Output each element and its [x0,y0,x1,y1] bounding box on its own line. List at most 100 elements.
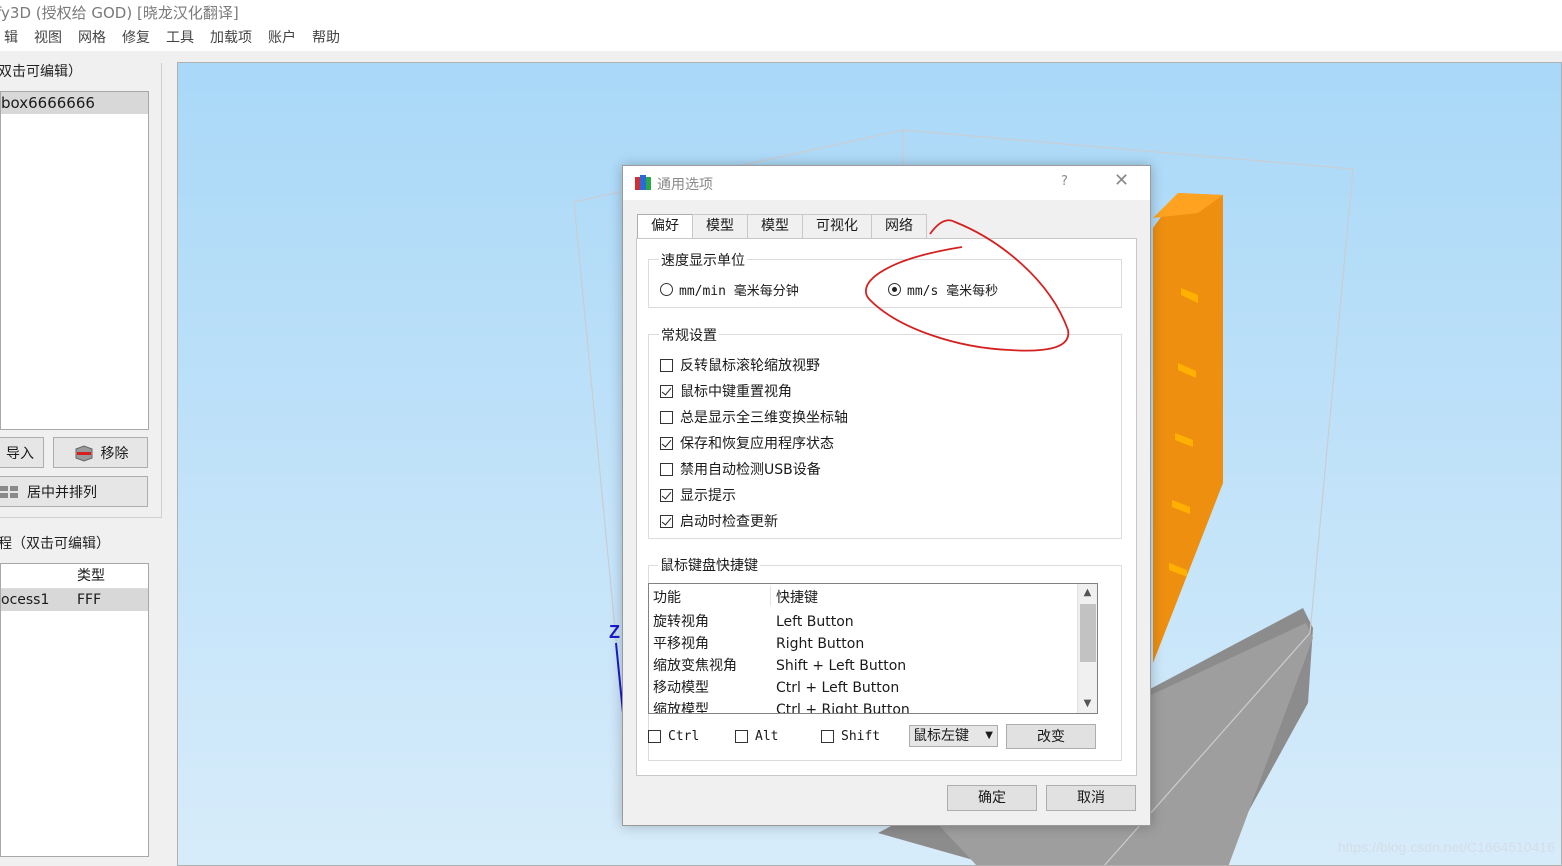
radio-mm-s-circle[interactable] [888,283,901,296]
dialog-title: 通用选项 [657,177,713,193]
shortcut-function: 移动模型 [653,680,709,696]
shortcut-key: Left Button [776,614,854,630]
scroll-up-icon[interactable]: ▲ [1078,584,1097,602]
general-settings-legend: 常规设置 [659,325,719,345]
checkbox-show-axes[interactable]: 总是显示全三维变换坐标轴 [660,407,848,427]
radio-mm-min-circle[interactable] [660,283,673,296]
list-item[interactable]: box6666666 [1,92,148,114]
checkbox-check-updates[interactable]: 启动时检查更新 [660,511,778,531]
radio-mm-s-label: mm/s 毫米每秒 [907,284,999,299]
app-icon [635,175,651,190]
radio-mm-min[interactable]: mm/min 毫米每分钟 [660,280,799,299]
shortcut-key: Ctrl + Right Button [776,702,910,714]
checkbox-middle-reset-box[interactable] [660,384,673,398]
checkbox-alt[interactable]: Alt [735,729,778,744]
z-axis-label: Z [609,622,620,642]
checkbox-check-updates-box[interactable] [660,514,673,528]
center-arrange-label: 居中并排列 [27,484,97,501]
mouse-button-select[interactable]: 鼠标左键 ▼ [909,725,998,747]
close-icon[interactable]: ✕ [1114,170,1129,191]
checkbox-invert-wheel-label: 反转鼠标滚轮缩放视野 [680,358,820,374]
dialog-tabs: 偏好 模型 模型 可视化 网络 [637,214,927,240]
process-name: ocess1 [1,592,50,608]
app-title: fy3D (授权给 GOD) [晓龙汉化翻译] [0,4,239,22]
tab-preferences[interactable]: 偏好 [637,214,693,240]
checkbox-invert-wheel-box[interactable] [660,358,673,372]
radio-mm-min-label: mm/min 毫米每分钟 [679,284,799,299]
change-button[interactable]: 改变 [1006,724,1096,749]
checkbox-disable-usb-box[interactable] [660,462,673,476]
import-button[interactable]: 导入 [0,437,44,468]
checkbox-ctrl[interactable]: Ctrl [648,729,699,744]
menu-mesh[interactable]: 网格 [70,26,114,51]
tab-model-2[interactable]: 模型 [747,214,803,238]
shortcut-scrollbar[interactable]: ▲ ▼ [1077,584,1097,713]
center-arrange-button[interactable]: 居中并排列 [0,476,148,507]
checkbox-invert-wheel[interactable]: 反转鼠标滚轮缩放视野 [660,355,820,375]
checkbox-show-axes-label: 总是显示全三维变换坐标轴 [680,410,848,426]
remove-button-label: 移除 [100,445,129,462]
tab-visualization[interactable]: 可视化 [802,214,872,238]
table-row[interactable]: ocess1 FFF [1,589,148,611]
process-list-header: 类型 [1,564,148,589]
checkbox-disable-usb[interactable]: 禁用自动检测USB设备 [660,459,821,479]
cancel-button[interactable]: 取消 [1046,785,1136,811]
checkbox-save-state-label: 保存和恢复应用程序状态 [680,436,834,452]
checkbox-alt-box[interactable] [735,730,748,743]
shortcut-function: 缩放变焦视角 [653,658,737,674]
checkbox-ctrl-box[interactable] [648,730,661,743]
process-list[interactable]: 类型 ocess1 FFF [0,563,149,857]
scroll-down-icon[interactable]: ▼ [1078,695,1097,713]
scroll-thumb[interactable] [1080,604,1096,662]
checkbox-middle-reset[interactable]: 鼠标中键重置视角 [660,381,792,401]
column-header-function[interactable]: 功能 [653,587,681,609]
remove-button[interactable]: 移除 [53,437,148,468]
ok-button[interactable]: 确定 [947,785,1037,811]
help-icon[interactable]: ? [1061,174,1068,189]
menu-repair[interactable]: 修复 [114,26,158,51]
shortcut-key: Shift + Left Button [776,658,907,674]
menu-edit[interactable]: 辑 [0,26,26,51]
import-button-label: 导入 [6,445,34,462]
checkbox-shift-box[interactable] [821,730,834,743]
remove-icon [75,444,92,462]
chevron-down-icon: ▼ [985,730,993,741]
checkbox-save-state-box[interactable] [660,436,673,450]
tab-network[interactable]: 网络 [871,214,927,238]
checkbox-save-state[interactable]: 保存和恢复应用程序状态 [660,433,834,453]
checkbox-ctrl-label: Ctrl [668,729,700,744]
tab-model-1[interactable]: 模型 [692,214,748,238]
models-list[interactable]: box6666666 [0,91,149,430]
checkbox-show-axes-box[interactable] [660,410,673,424]
arrange-icon [0,485,18,498]
column-header-type[interactable]: 类型 [77,564,105,589]
general-settings-group: 常规设置 反转鼠标滚轮缩放视野 鼠标中键重置视角 总是显示全三维变换坐标轴 保存… [648,325,1122,539]
shortcut-key: Right Button [776,636,865,652]
shortcut-table[interactable]: 功能 快捷键 旋转视角 Left Button 平移视角 Right Butto… [648,583,1098,714]
dialog-title-bar[interactable]: 通用选项 ? ✕ [623,166,1150,200]
checkbox-shift[interactable]: Shift [821,729,880,744]
menu-addons[interactable]: 加载项 [202,26,260,51]
checkbox-middle-reset-label: 鼠标中键重置视角 [680,384,792,400]
menu-tools[interactable]: 工具 [158,26,202,51]
menu-help[interactable]: 帮助 [304,26,348,51]
watermark: https://blog.csdn.net/C1664510416 [1337,839,1555,855]
checkbox-disable-usb-label: 禁用自动检测USB设备 [680,462,821,478]
radio-mm-s[interactable]: mm/s 毫米每秒 [888,280,998,299]
left-panel: 双击可编辑） box6666666 导入 移除 居中并排列 程（双击可编辑） 类… [0,51,176,866]
checkbox-show-tips[interactable]: 显示提示 [660,485,736,505]
shortcut-legend: 鼠标键盘快捷键 [658,555,760,575]
menu-account[interactable]: 账户 [260,26,304,51]
column-header-shortcut[interactable]: 快捷键 [776,587,818,609]
column-separator [770,586,771,606]
checkbox-show-tips-box[interactable] [660,488,673,502]
menu-view[interactable]: 视图 [26,26,70,51]
checkbox-shift-label: Shift [841,729,881,744]
app-title-bar: fy3D (授权给 GOD) [晓龙汉化翻译] [0,0,1562,26]
shortcut-function: 缩放模型 [653,702,709,714]
process-group-title: 程（双击可编辑） [0,536,110,552]
shortcut-key: Ctrl + Left Button [776,680,900,696]
mouse-button-value: 鼠标左键 [913,728,969,744]
menu-bar: 辑 视图 网格 修复 工具 加载项 账户 帮助 [0,26,1562,51]
shortcut-function: 平移视角 [653,636,709,652]
